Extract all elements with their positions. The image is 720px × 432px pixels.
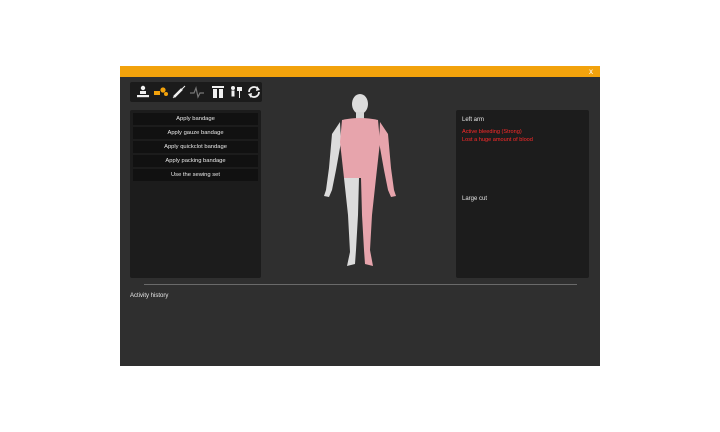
apply-gauze-bandage-button[interactable]: Apply gauze bandage bbox=[133, 127, 258, 139]
activity-history-label: Activity history bbox=[130, 293, 169, 299]
syringe-icon[interactable] bbox=[171, 84, 187, 100]
heartbeat-icon[interactable] bbox=[189, 84, 205, 100]
body-diagram bbox=[310, 90, 410, 280]
head[interactable] bbox=[352, 94, 368, 119]
right-leg[interactable] bbox=[344, 178, 359, 266]
left-leg[interactable] bbox=[361, 178, 376, 266]
use-sewing-set-button[interactable]: Use the sewing set bbox=[133, 169, 258, 181]
treatment-toolbar bbox=[130, 82, 262, 102]
treatment-actions-panel: Apply bandage Apply gauze bandage Apply … bbox=[130, 110, 261, 278]
vials-icon[interactable] bbox=[210, 84, 226, 100]
bandage-icon[interactable] bbox=[153, 84, 169, 100]
title-bar[interactable]: x bbox=[120, 66, 600, 77]
apply-packing-bandage-button[interactable]: Apply packing bandage bbox=[133, 155, 258, 167]
selected-part-title: Left arm bbox=[462, 117, 485, 123]
person-sign-icon[interactable] bbox=[228, 84, 244, 100]
refresh-icon[interactable] bbox=[246, 84, 262, 100]
wound-item: Large cut bbox=[462, 196, 488, 202]
apply-bandage-button[interactable]: Apply bandage bbox=[133, 113, 258, 125]
status-blood-loss: Lost a huge amount of blood bbox=[462, 137, 533, 143]
status-bleeding: Active bleeding (Strong) bbox=[462, 129, 522, 135]
torso[interactable] bbox=[340, 118, 380, 178]
right-arm[interactable] bbox=[324, 122, 341, 197]
doctor-patient-icon[interactable] bbox=[135, 84, 151, 100]
close-button[interactable]: x bbox=[589, 66, 593, 77]
divider bbox=[144, 284, 577, 285]
left-arm[interactable] bbox=[379, 122, 396, 197]
medical-window: x Apply bandage Apply gauze bandage Appl… bbox=[120, 66, 600, 366]
apply-quickclot-bandage-button[interactable]: Apply quickclot bandage bbox=[133, 141, 258, 153]
body-part-info-panel: Left arm Active bleeding (Strong) Lost a… bbox=[456, 110, 589, 278]
